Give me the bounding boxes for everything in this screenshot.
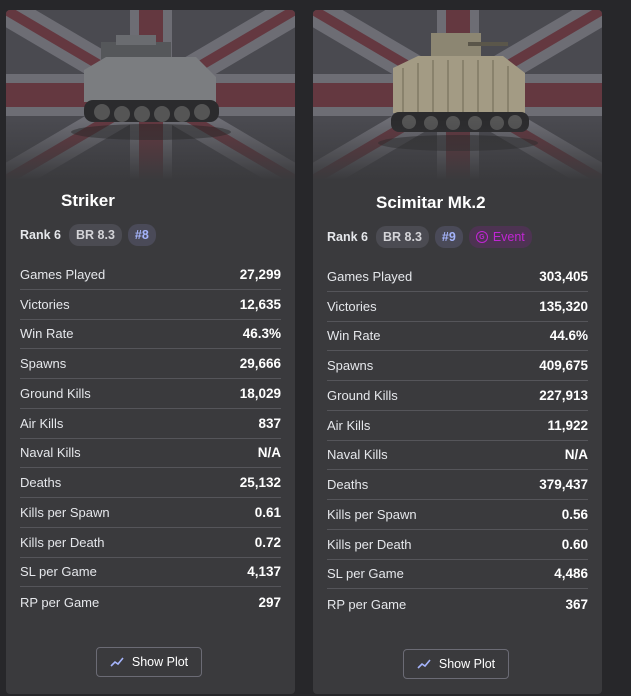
- stat-value: 0.72: [254, 534, 281, 550]
- stat-label: Win Rate: [327, 328, 381, 344]
- vehicle-card-scimitar: Scimitar Mk.2 Rank 6 BR 8.3 #9 G Event G…: [313, 10, 602, 694]
- event-icon: G: [475, 231, 488, 243]
- stat-row: Win Rate 44.6%: [327, 322, 588, 352]
- stat-label: RP per Game: [327, 596, 407, 612]
- stat-label: Deaths: [327, 477, 369, 493]
- position-badge: #9: [434, 226, 463, 248]
- vehicle-card-striker: Striker Rank 6 BR 8.3 #8 Games Played 27,…: [6, 10, 295, 694]
- stat-row: Naval Kills N/A: [327, 441, 588, 471]
- vehicle-name: Scimitar Mk.2: [376, 193, 486, 212]
- stat-value: 25,132: [239, 475, 281, 491]
- stat-row: Kills per Spawn 0.56: [327, 500, 588, 530]
- br-badge: BR 8.3: [69, 224, 122, 246]
- stat-value: 367: [565, 596, 588, 612]
- stat-value: 135,320: [539, 298, 588, 314]
- stat-row: Deaths 379,437: [327, 470, 588, 500]
- stat-label: Kills per Spawn: [327, 506, 417, 522]
- stat-label: SL per Game: [20, 564, 97, 580]
- stat-value: 297: [258, 594, 281, 610]
- stat-row: RP per Game 367: [327, 589, 588, 619]
- stat-row: Naval Kills N/A: [20, 439, 281, 469]
- stat-value: 4,486: [554, 566, 588, 582]
- stat-value: 18,029: [239, 385, 281, 401]
- stat-value: 29,666: [239, 356, 281, 372]
- vehicle-tags: Rank 6 BR 8.3 #9 G Event: [327, 226, 532, 248]
- show-plot-button[interactable]: Show Plot: [403, 649, 509, 679]
- br-badge: BR 8.3: [376, 226, 429, 248]
- stat-label: Victories: [20, 296, 70, 312]
- stat-label: Air Kills: [20, 415, 64, 431]
- stat-value: 46.3%: [242, 326, 281, 342]
- stat-value: 0.60: [561, 536, 588, 552]
- stat-row: Air Kills 837: [20, 409, 281, 439]
- stat-row: Spawns 29,666: [20, 349, 281, 379]
- stat-label: Victories: [327, 298, 377, 314]
- stat-label: SL per Game: [327, 566, 404, 582]
- stat-row: Spawns 409,675: [327, 351, 588, 381]
- stat-value: 303,405: [539, 268, 588, 284]
- stats-list: Games Played 303,405 Victories 135,320 Win…: [327, 262, 588, 619]
- vehicle-name: Striker: [61, 191, 115, 210]
- stat-row: RP per Game 297: [20, 587, 281, 617]
- event-badge: G Event: [468, 226, 532, 248]
- stat-label: Games Played: [20, 266, 106, 282]
- event-label: Event: [492, 230, 525, 244]
- stat-row: Kills per Death 0.60: [327, 530, 588, 560]
- stat-row: Deaths 25,132: [20, 468, 281, 498]
- stat-label: Spawns: [327, 358, 374, 374]
- show-plot-button[interactable]: Show Plot: [96, 647, 202, 677]
- stat-value: 0.61: [254, 504, 281, 520]
- stat-row: Kills per Spawn 0.61: [20, 498, 281, 528]
- stat-row: Ground Kills 18,029: [20, 379, 281, 409]
- stat-value: 227,913: [539, 387, 588, 403]
- stat-value: 379,437: [539, 477, 588, 493]
- stat-label: Ground Kills: [327, 387, 398, 403]
- vehicle-tags: Rank 6 BR 8.3 #8: [20, 224, 156, 246]
- position-badge: #8: [127, 224, 156, 246]
- stat-value: 837: [258, 415, 281, 431]
- stat-value: 12,635: [239, 296, 281, 312]
- line-chart-icon: [417, 659, 431, 669]
- stat-value: N/A: [257, 445, 281, 461]
- rank-label: Rank 6: [327, 230, 368, 244]
- stat-label: Spawns: [20, 356, 67, 372]
- stat-row: Games Played 27,299: [20, 260, 281, 290]
- stat-row: Win Rate 46.3%: [20, 320, 281, 350]
- rank-label: Rank 6: [20, 228, 61, 242]
- stat-label: RP per Game: [20, 594, 100, 610]
- stat-label: Ground Kills: [20, 385, 91, 401]
- stat-row: Ground Kills 227,913: [327, 381, 588, 411]
- stat-row: Kills per Death 0.72: [20, 528, 281, 558]
- stat-label: Naval Kills: [20, 445, 81, 461]
- vehicle-hero: [6, 10, 295, 180]
- stat-row: Air Kills 11,922: [327, 411, 588, 441]
- stat-row: Victories 12,635: [20, 290, 281, 320]
- stat-value: 27,299: [239, 266, 281, 282]
- stat-label: Kills per Death: [20, 534, 105, 550]
- stat-label: Win Rate: [20, 326, 74, 342]
- stat-value: 0.56: [561, 506, 588, 522]
- stat-value: 4,137: [247, 564, 281, 580]
- stat-label: Air Kills: [327, 417, 371, 433]
- show-plot-label: Show Plot: [131, 655, 189, 669]
- stat-row: Games Played 303,405: [327, 262, 588, 292]
- stat-label: Kills per Spawn: [20, 504, 110, 520]
- stat-value: 409,675: [539, 358, 588, 374]
- stat-label: Naval Kills: [327, 447, 388, 463]
- line-chart-icon: [110, 657, 124, 667]
- stat-label: Kills per Death: [327, 536, 412, 552]
- show-plot-label: Show Plot: [438, 657, 496, 671]
- stat-label: Deaths: [20, 475, 62, 491]
- stat-row: Victories 135,320: [327, 292, 588, 322]
- stat-row: SL per Game 4,137: [20, 558, 281, 588]
- stat-value: N/A: [564, 447, 588, 463]
- stat-label: Games Played: [327, 268, 413, 284]
- stat-value: 11,922: [547, 417, 588, 433]
- stat-value: 44.6%: [549, 328, 588, 344]
- stat-row: SL per Game 4,486: [327, 560, 588, 590]
- stats-list: Games Played 27,299 Victories 12,635 Win R…: [20, 260, 281, 617]
- vehicle-hero: [313, 10, 602, 180]
